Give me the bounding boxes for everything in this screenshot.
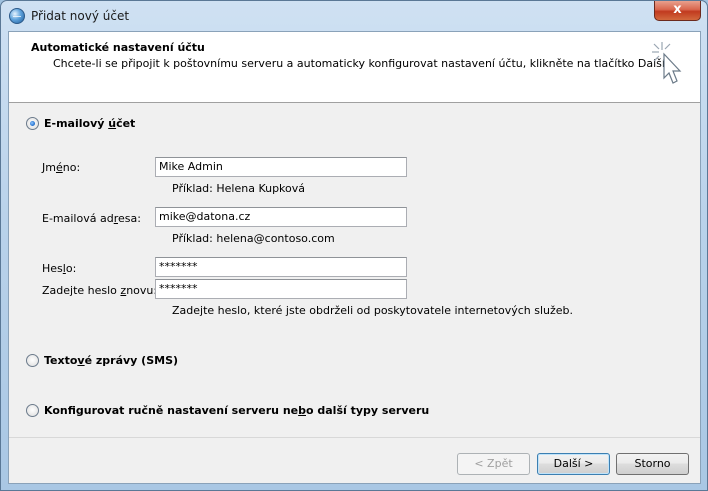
password-confirm-input[interactable]: ******* [155,279,407,299]
email-label: E-mailová adresa: [42,212,141,225]
manual-config-label[interactable]: Konfigurovat ručně nastavení serveru neb… [44,404,429,417]
cancel-button[interactable]: Storno [616,453,689,475]
email-hint: Příklad: helena@contoso.com [172,232,335,245]
email-account-radio[interactable] [26,117,39,130]
password-confirm-label: Zadejte heslo znovu: [42,284,158,297]
header-subtitle: Chcete-li se připojit k poštovnímu serve… [53,57,669,70]
next-button[interactable]: Další > [537,453,610,475]
back-button[interactable]: < Zpět [457,453,530,475]
wizard-header: Automatické nastavení účtu Chcete-li se … [9,32,700,103]
window-title: Přidat nový účet [31,9,130,23]
name-input[interactable]: Mike Admin [155,157,407,177]
email-input[interactable]: mike@datona.cz [155,207,407,227]
dialog-content: Automatické nastavení účtu Chcete-li se … [8,31,701,484]
close-button[interactable]: x [654,1,701,21]
password-label: Heslo: [42,262,77,275]
footer-divider [9,437,700,438]
dialog-window: Přidat nový účet x Automatické nastavení… [0,0,708,491]
email-account-label[interactable]: E-mailový účet [44,117,135,130]
sms-radio[interactable] [26,354,39,367]
password-input[interactable]: ******* [155,257,407,277]
globe-icon [9,8,25,24]
sms-label[interactable]: Textové zprávy (SMS) [44,354,178,367]
name-label: Jméno: [42,161,81,174]
name-hint: Příklad: Helena Kupková [172,182,306,195]
password-hint: Zadejte heslo, které jste obdrželi od po… [172,304,574,317]
header-title: Automatické nastavení účtu [31,41,205,54]
title-bar[interactable]: Přidat nový účet x [1,1,707,31]
manual-config-radio[interactable] [26,404,39,417]
cursor-sparkle-icon [652,42,682,84]
